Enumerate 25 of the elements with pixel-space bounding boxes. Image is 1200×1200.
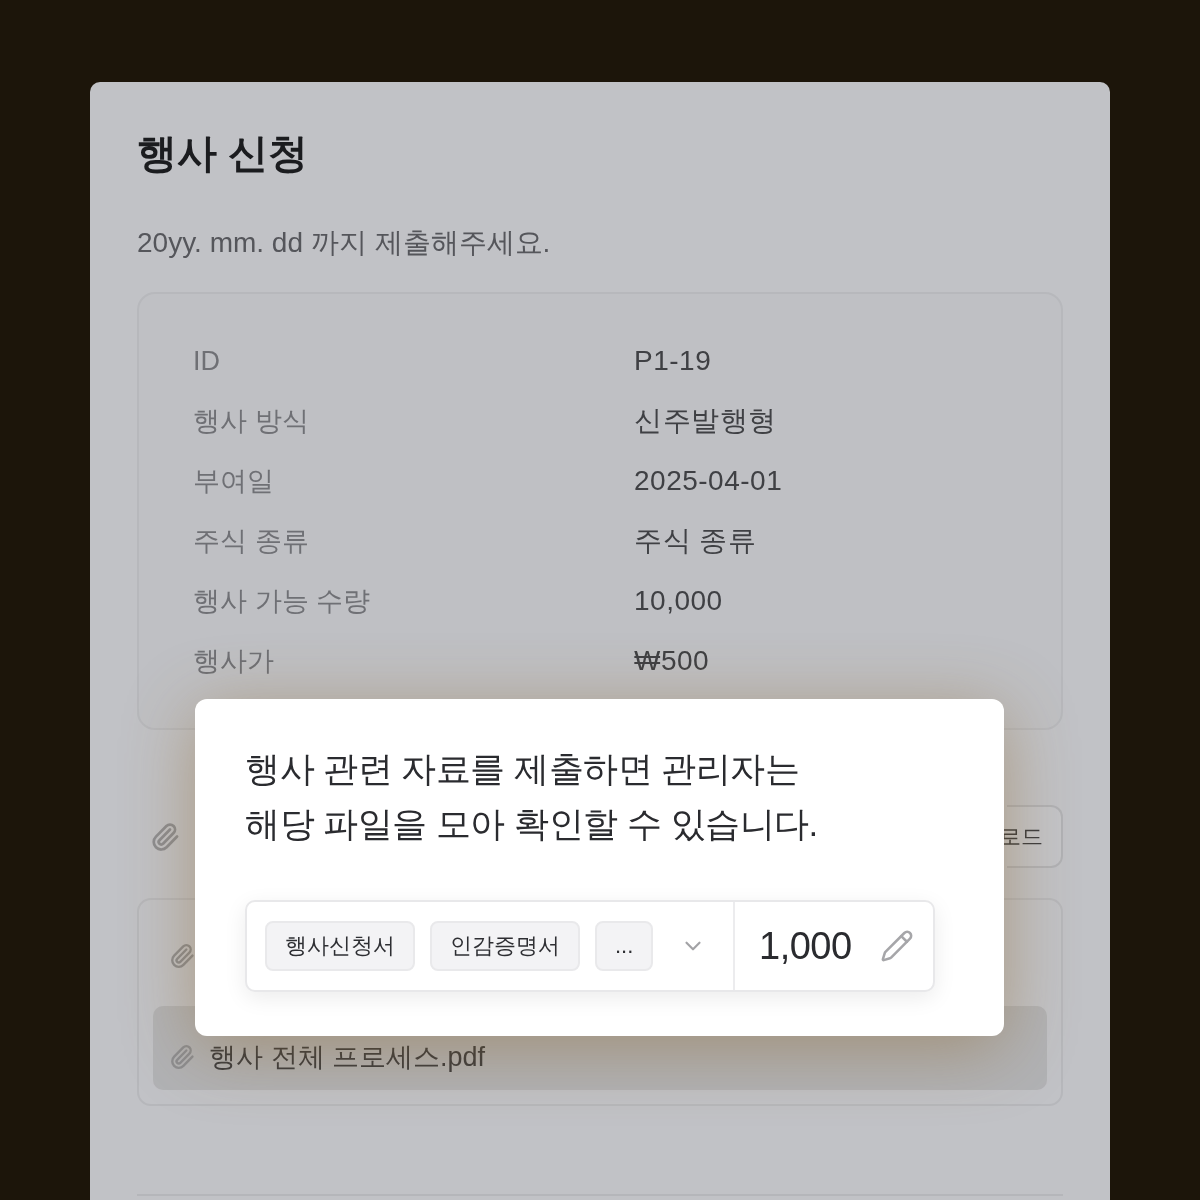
paperclip-icon bbox=[150, 821, 180, 852]
file-name: 행사 전체 프로세스.pdf bbox=[209, 1042, 486, 1072]
detail-value: ₩500 bbox=[634, 644, 710, 678]
detail-label: 행사가 bbox=[193, 645, 274, 678]
popover-message: 행사 관련 자료를 제출하면 관리자는 해당 파일을 모아 확인할 수 있습니다. bbox=[245, 748, 819, 845]
detail-value: 주식 종류 bbox=[634, 524, 757, 558]
detail-label: 부여일 bbox=[193, 465, 274, 498]
form-title: 행사 신청 bbox=[137, 130, 309, 177]
detail-label: 행사 방식 bbox=[193, 405, 309, 438]
detail-label: ID bbox=[193, 345, 220, 378]
tag-chip: ... bbox=[595, 921, 654, 971]
deadline-note: 20yy. mm. dd 까지 제출해주세요. bbox=[137, 226, 551, 260]
quantity-value: 1,000 bbox=[759, 924, 852, 969]
detail-value: P1-19 bbox=[634, 344, 712, 378]
detail-label: 행사 가능 수량 bbox=[193, 585, 370, 618]
tag-chip: 인감증명서 bbox=[430, 921, 580, 971]
document-field[interactable]: 행사신청서 인감증명서 ... 1,000 bbox=[245, 900, 935, 992]
detail-value: 10,000 bbox=[634, 584, 723, 618]
detail-label: 주식 종류 bbox=[193, 525, 309, 558]
detail-value: 신주발행형 bbox=[634, 404, 777, 438]
tag-chip: 행사신청서 bbox=[265, 921, 415, 971]
detail-value: 2025-04-01 bbox=[634, 464, 783, 498]
pencil-icon[interactable] bbox=[879, 929, 914, 963]
paperclip-icon bbox=[169, 1044, 195, 1070]
paperclip-icon bbox=[169, 943, 195, 969]
